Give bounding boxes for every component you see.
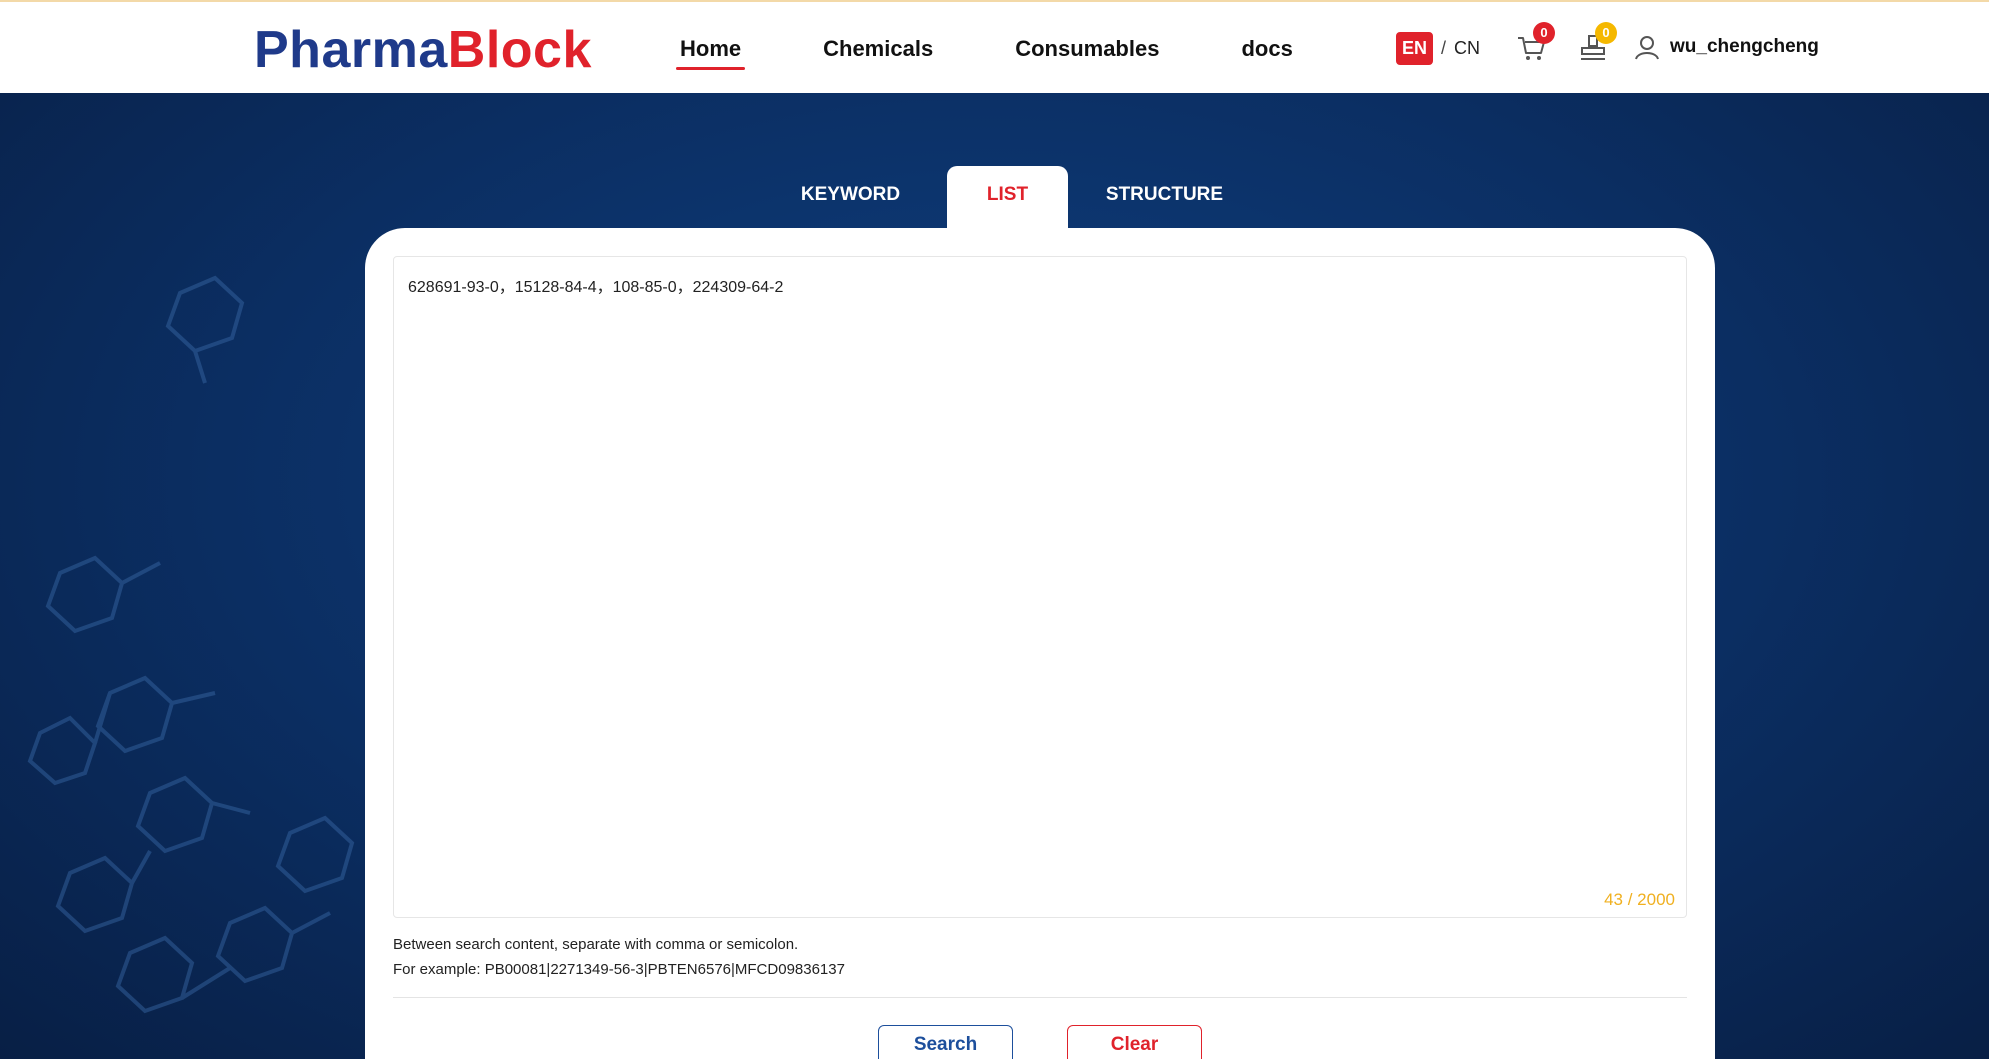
nav-chemicals[interactable]: Chemicals	[815, 32, 941, 66]
example-hint: For example: PB00081|2271349-56-3|PBTEN6…	[393, 961, 845, 978]
user-menu[interactable]: wu_chengcheng	[1634, 34, 1819, 60]
search-button[interactable]: Search	[878, 1025, 1013, 1059]
username: wu_chengcheng	[1670, 36, 1819, 57]
cart-button[interactable]: 0	[1515, 22, 1555, 64]
list-search-panel: 628691-93-0，15128-84-4，108-85-0，224309-6…	[365, 228, 1715, 1059]
nav-docs[interactable]: docs	[1233, 32, 1300, 66]
nav-consumables[interactable]: Consumables	[1007, 32, 1167, 66]
inquiry-button[interactable]: 0	[1577, 22, 1617, 64]
nav-home[interactable]: Home	[672, 32, 749, 70]
tab-keyword[interactable]: KEYWORD	[790, 166, 911, 228]
cart-count-badge: 0	[1533, 22, 1555, 44]
tab-structure[interactable]: STRUCTURE	[1104, 166, 1225, 228]
logo-part-1: Pharma	[254, 21, 448, 79]
clear-button[interactable]: Clear	[1067, 1025, 1202, 1059]
divider	[393, 997, 1687, 998]
lang-en-button[interactable]: EN	[1396, 32, 1434, 65]
separator-hint: Between search content, separate with co…	[393, 936, 799, 953]
top-header: PharmaBlock Home Chemicals Consumables d…	[0, 0, 1989, 93]
char-counter: 43 / 2000	[1604, 890, 1675, 909]
inquiry-count-badge: 0	[1595, 22, 1617, 44]
list-search-input[interactable]: 628691-93-0，15128-84-4，108-85-0，224309-6…	[393, 256, 1687, 918]
lang-cn-button[interactable]: CN	[1454, 38, 1480, 59]
lang-separator: /	[1441, 38, 1447, 58]
user-icon	[1635, 36, 1659, 60]
main-nav: Home Chemicals Consumables docs	[672, 32, 1367, 70]
logo-part-2: Block	[447, 21, 592, 79]
tab-list[interactable]: LIST	[947, 166, 1068, 228]
search-mode-tabs: KEYWORD LIST STRUCTURE	[790, 166, 1261, 228]
pharmablock-logo[interactable]: PharmaBlock	[254, 22, 592, 78]
language-switch: EN / CN	[1396, 32, 1480, 65]
